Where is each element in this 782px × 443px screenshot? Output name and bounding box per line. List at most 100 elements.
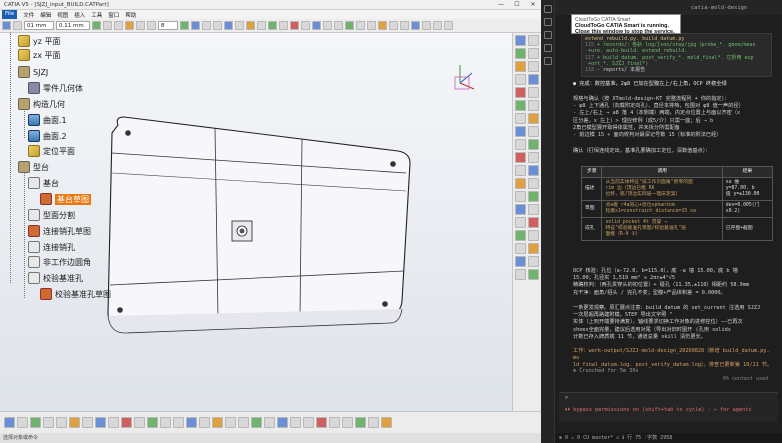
tree-node-sjzj[interactable]: SJZJ — [18, 66, 48, 78]
tool-icon[interactable] — [147, 417, 158, 428]
menu-insert[interactable]: 插入 — [74, 11, 85, 19]
tool-icon[interactable] — [381, 417, 392, 428]
tree-node-edge-fillet[interactable]: 非工作边圆角 — [28, 256, 91, 268]
redo-icon[interactable] — [147, 21, 156, 30]
explorer-icon[interactable] — [544, 5, 552, 13]
pattern-tool-icon[interactable] — [411, 21, 420, 30]
tool-icon[interactable] — [528, 126, 539, 137]
tool-icon[interactable] — [515, 139, 526, 150]
tool-icon[interactable] — [56, 417, 67, 428]
shading-icon[interactable] — [257, 21, 266, 30]
tool-icon[interactable] — [121, 417, 132, 428]
minimize-icon[interactable]: — — [493, 1, 509, 8]
tool-icon[interactable] — [515, 126, 526, 137]
close-icon[interactable]: ✕ — [525, 1, 541, 8]
menu-edit[interactable]: 编辑 — [40, 11, 51, 19]
tool-icon[interactable] — [82, 417, 93, 428]
tool-icon[interactable] — [515, 61, 526, 72]
tool-icon[interactable] — [225, 417, 236, 428]
mirror-tool-icon[interactable] — [422, 21, 431, 30]
menu-tools[interactable]: 工具 — [91, 11, 102, 19]
pan-icon[interactable] — [180, 21, 189, 30]
zoom-out-icon[interactable] — [213, 21, 222, 30]
select-3[interactable]: 8 — [158, 21, 178, 30]
pocket-tool-icon[interactable] — [323, 21, 332, 30]
sketch-tool-icon[interactable] — [301, 21, 310, 30]
tree-node-base[interactable]: 基台 — [28, 177, 59, 189]
service-popup[interactable]: CloudToGo CATIA Smart CloudToGo CATIA Sm… — [571, 14, 681, 35]
tool-icon[interactable] — [515, 191, 526, 202]
tool-icon[interactable] — [212, 417, 223, 428]
tool-icon[interactable] — [251, 417, 262, 428]
hole-tool-icon[interactable] — [334, 21, 343, 30]
axis-tool-icon[interactable] — [444, 21, 453, 30]
new-icon[interactable] — [2, 21, 11, 30]
tool-icon[interactable] — [199, 417, 210, 428]
thickness-tool-icon[interactable] — [389, 21, 398, 30]
menu-help[interactable]: 帮助 — [125, 11, 136, 19]
tab-title[interactable]: catia-mold-design — [691, 5, 747, 11]
tool-icon[interactable] — [515, 152, 526, 163]
tool-icon[interactable] — [528, 191, 539, 202]
normal-view-icon[interactable] — [235, 21, 244, 30]
tree-node-pin-hole[interactable]: 连接销孔 — [28, 241, 75, 253]
tool-icon[interactable] — [528, 243, 539, 254]
menu-view[interactable]: 视图 — [57, 11, 68, 19]
tool-icon[interactable] — [515, 269, 526, 280]
run-icon[interactable] — [544, 44, 552, 52]
tree-node-datum-hole-sketch[interactable]: 校验基准孔草图 — [40, 288, 111, 300]
fit-all-icon[interactable] — [224, 21, 233, 30]
paste-icon[interactable] — [125, 21, 134, 30]
tool-icon[interactable] — [528, 178, 539, 189]
tool-icon[interactable] — [355, 417, 366, 428]
tool-icon[interactable] — [43, 417, 54, 428]
shell-tool-icon[interactable] — [378, 21, 387, 30]
tool-icon[interactable] — [528, 269, 539, 280]
tree-node-yz-plane[interactable]: yz 平面 — [18, 35, 60, 47]
tree-node-base-sketch[interactable]: 基台草图 — [40, 193, 91, 205]
tool-icon[interactable] — [528, 165, 539, 176]
source-control-icon[interactable] — [544, 31, 552, 39]
maximize-icon[interactable]: ☐ — [509, 1, 525, 8]
tree-node-surface-split[interactable]: 型面分割 — [28, 209, 75, 221]
tool-icon[interactable] — [186, 417, 197, 428]
tool-icon[interactable] — [528, 152, 539, 163]
tool-icon[interactable] — [4, 417, 15, 428]
snap-icon[interactable] — [92, 21, 101, 30]
tool-icon[interactable] — [264, 417, 275, 428]
fillet-tool-icon[interactable] — [345, 21, 354, 30]
unit-select-1[interactable]: 01 mm — [24, 21, 54, 30]
tree-node-datum-hole[interactable]: 校验基准孔 — [28, 272, 83, 284]
tool-icon[interactable] — [528, 256, 539, 267]
tool-icon[interactable] — [95, 417, 106, 428]
tool-icon[interactable] — [528, 61, 539, 72]
cut-icon[interactable] — [103, 21, 112, 30]
search-icon[interactable] — [544, 18, 552, 26]
tool-icon[interactable] — [528, 87, 539, 98]
tool-icon[interactable] — [277, 417, 288, 428]
tool-icon[interactable] — [515, 165, 526, 176]
tool-icon[interactable] — [290, 417, 301, 428]
tool-icon[interactable] — [515, 217, 526, 228]
pad-tool-icon[interactable] — [312, 21, 321, 30]
tree-node-locating-plane[interactable]: 定位平面 — [28, 145, 75, 157]
tool-icon[interactable] — [69, 417, 80, 428]
tree-node-xingtai[interactable]: 型台 — [18, 161, 49, 173]
tool-icon[interactable] — [108, 417, 119, 428]
bypass-permissions-text[interactable]: ⏵⏵ bypass permissions on (shift+tab to c… — [565, 407, 751, 414]
tool-icon[interactable] — [515, 87, 526, 98]
tool-icon[interactable] — [528, 48, 539, 59]
tree-node-surface-2[interactable]: 曲面.2 — [28, 130, 67, 142]
menu-file[interactable]: File — [2, 10, 18, 19]
translate-tool-icon[interactable] — [433, 21, 442, 30]
tree-node-part-body[interactable]: 零件几何体 — [28, 82, 83, 94]
tree-node-zx-plane[interactable]: zx 平面 — [18, 49, 60, 61]
tool-icon[interactable] — [515, 100, 526, 111]
tool-icon[interactable] — [515, 243, 526, 254]
tool-icon[interactable] — [342, 417, 353, 428]
unit-select-2[interactable]: 0.11 mm — [56, 21, 90, 30]
tool-icon[interactable] — [515, 256, 526, 267]
tool-icon[interactable] — [515, 178, 526, 189]
tool-icon[interactable] — [316, 417, 327, 428]
tool-icon[interactable] — [528, 217, 539, 228]
